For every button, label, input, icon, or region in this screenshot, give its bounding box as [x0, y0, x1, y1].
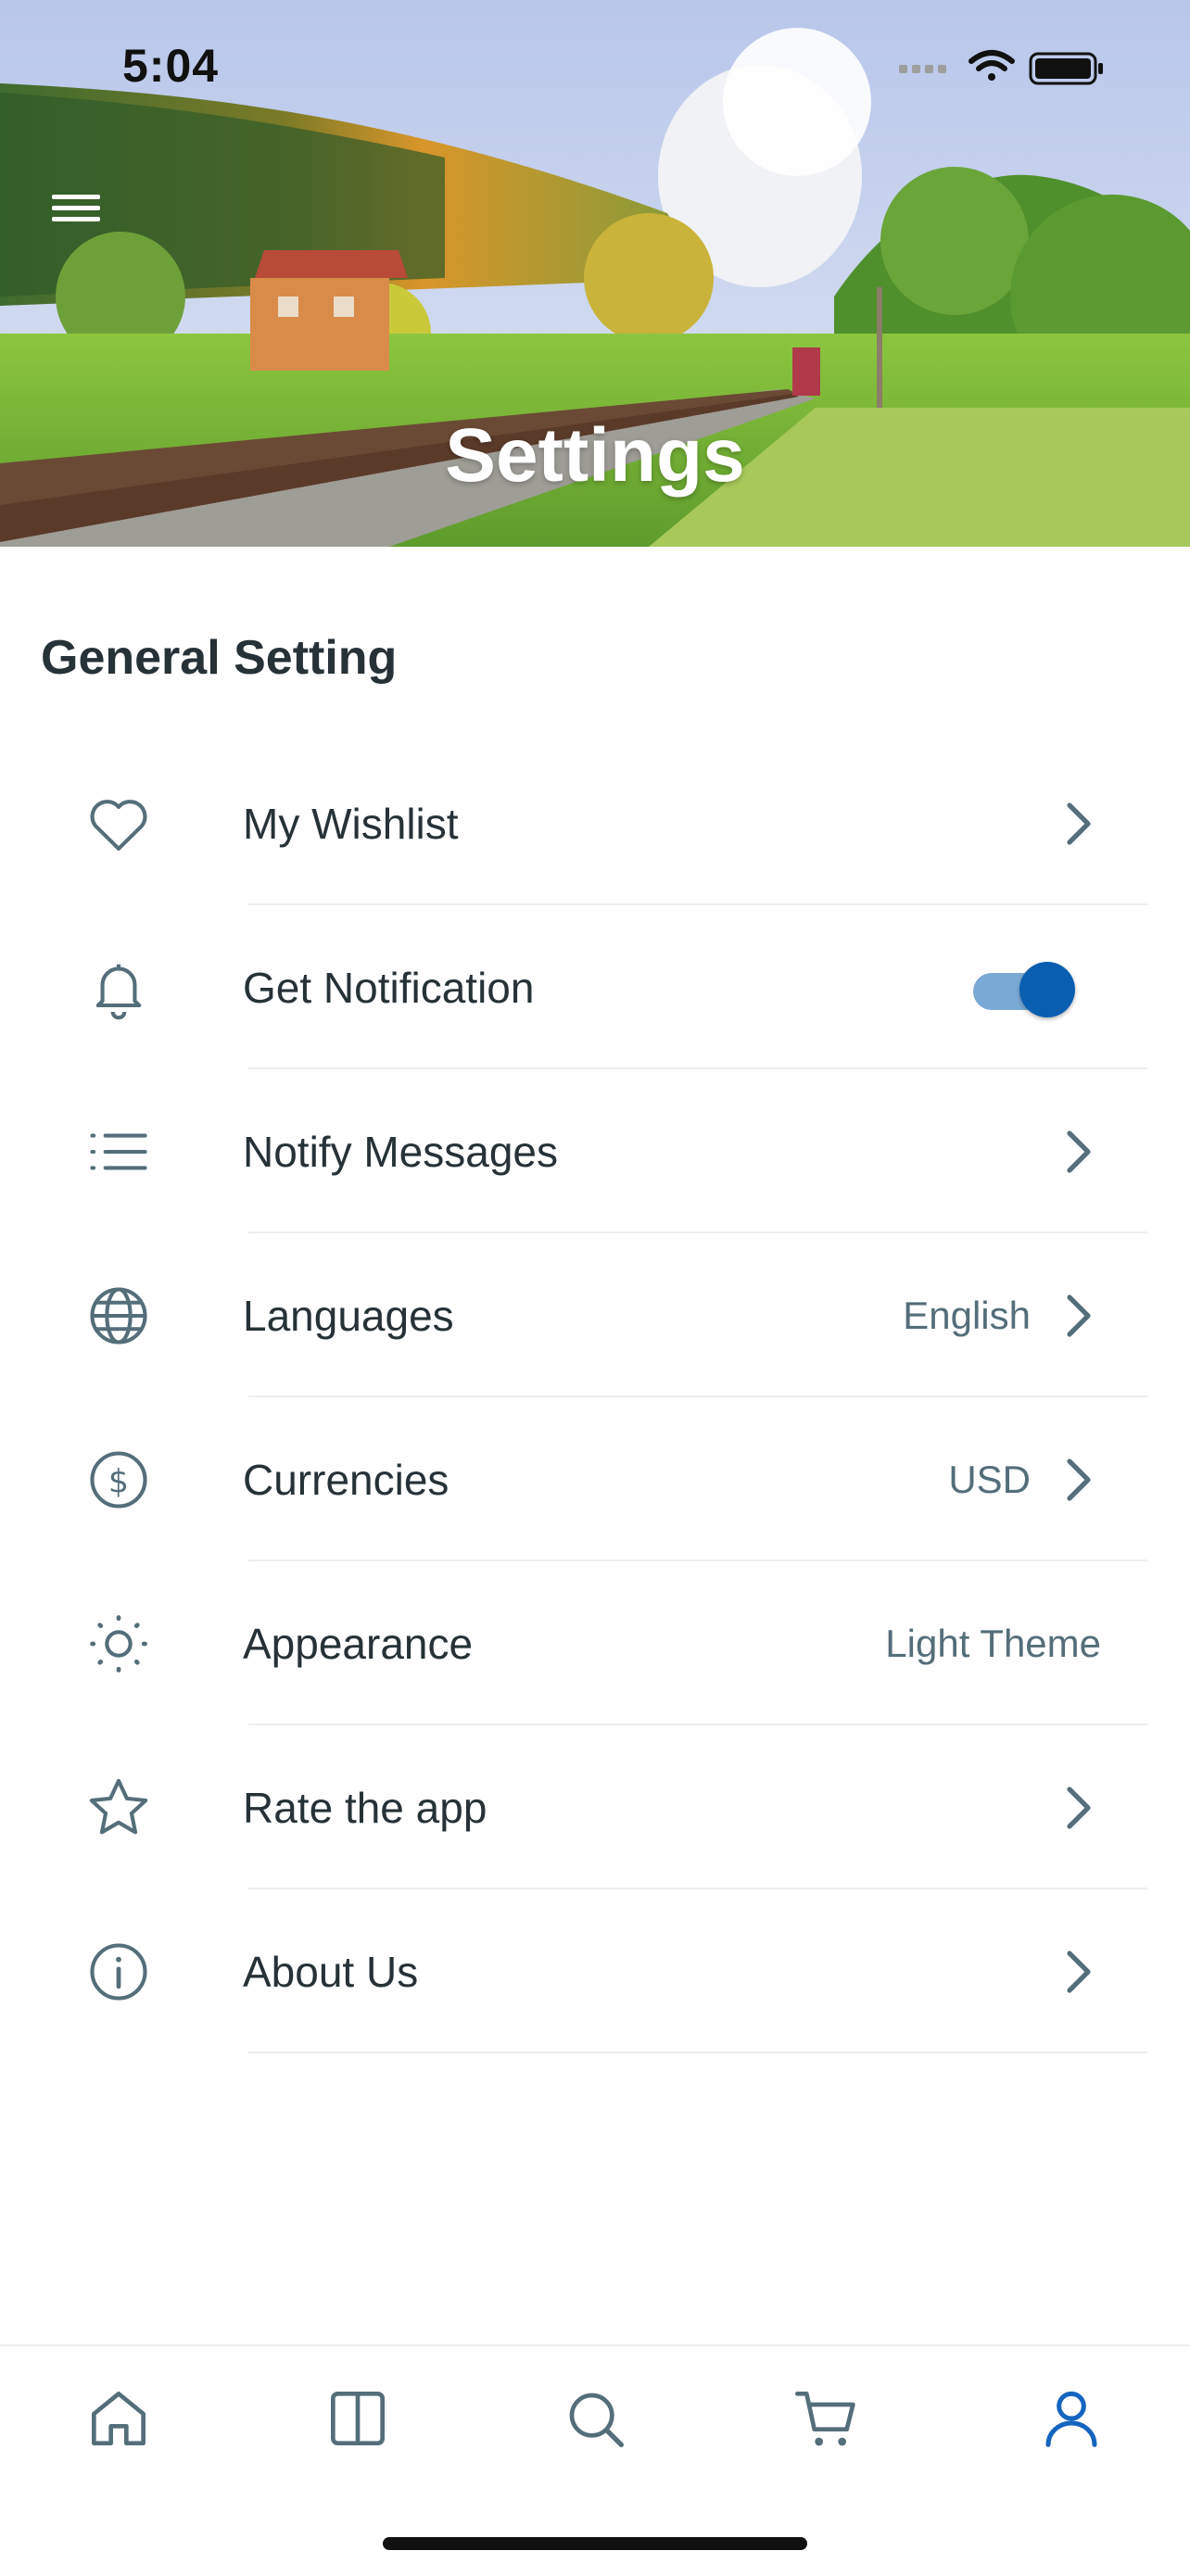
cart-icon[interactable]	[790, 2381, 864, 2456]
chevron-right-icon	[1067, 1130, 1091, 1173]
info-icon	[90, 1942, 147, 2001]
bell-icon	[95, 964, 142, 1019]
signal-icon	[899, 65, 946, 73]
setting-label: Currencies	[243, 1455, 449, 1504]
battery-icon	[1029, 52, 1103, 85]
chevron-right-icon	[1067, 802, 1091, 845]
setting-value: USD	[948, 1457, 1031, 1501]
status-time: 5:04	[122, 40, 220, 92]
sun-icon	[90, 1614, 147, 1673]
status-bar: 5:04	[0, 0, 1190, 130]
setting-label: Rate the app	[243, 1783, 487, 1832]
setting-row-rate[interactable]: Rate the app	[0, 1725, 1190, 1889]
setting-label: Get Notification	[243, 963, 535, 1012]
wifi-icon	[968, 50, 1015, 81]
toggle-knob	[1019, 961, 1075, 1017]
setting-label: My Wishlist	[243, 799, 459, 848]
setting-row-wishlist[interactable]: My Wishlist	[0, 741, 1190, 905]
setting-row-languages[interactable]: Languages English	[0, 1233, 1190, 1397]
settings-list: My Wishlist Get Notification Notify Mess…	[0, 741, 1190, 2053]
user-icon[interactable]	[1034, 2381, 1108, 2456]
heart-icon	[90, 799, 147, 851]
home-icon[interactable]	[82, 2381, 156, 2456]
setting-row-appearance[interactable]: Appearance Light Theme	[0, 1561, 1190, 1725]
status-icons	[899, 50, 1103, 85]
svg-text:$: $	[108, 1463, 129, 1500]
list-icon	[90, 1133, 147, 1169]
setting-row-messages[interactable]: Notify Messages	[0, 1069, 1190, 1233]
globe-icon	[90, 1286, 147, 1345]
notification-toggle[interactable]	[973, 960, 1075, 1017]
page-title: Settings	[445, 413, 745, 498]
setting-row-currencies[interactable]: $ Currencies USD	[0, 1397, 1190, 1561]
chevron-right-icon	[1067, 1458, 1091, 1501]
dollar-icon: $	[90, 1450, 147, 1509]
divider	[248, 2052, 1147, 2053]
chevron-right-icon	[1067, 1950, 1091, 1993]
chevron-right-icon	[1067, 1294, 1091, 1337]
setting-label: About Us	[243, 1947, 419, 1996]
setting-label: Languages	[243, 1291, 454, 1340]
search-icon[interactable]	[558, 2381, 632, 2456]
setting-row-notification: Get Notification	[0, 905, 1190, 1069]
setting-row-about[interactable]: About Us	[0, 1889, 1190, 2053]
chevron-right-icon	[1067, 1786, 1091, 1829]
setting-value: Light Theme	[885, 1621, 1101, 1665]
hero-banner: 5:04 Settings	[0, 0, 1190, 547]
menu-icon[interactable]	[48, 185, 104, 232]
section-title: General Setting	[41, 631, 398, 685]
setting-label: Appearance	[243, 1619, 474, 1668]
star-icon	[89, 1778, 148, 1834]
home-indicator	[383, 2537, 807, 2550]
setting-label: Notify Messages	[243, 1127, 559, 1176]
book-icon[interactable]	[321, 2381, 395, 2456]
setting-value: English	[903, 1293, 1031, 1337]
